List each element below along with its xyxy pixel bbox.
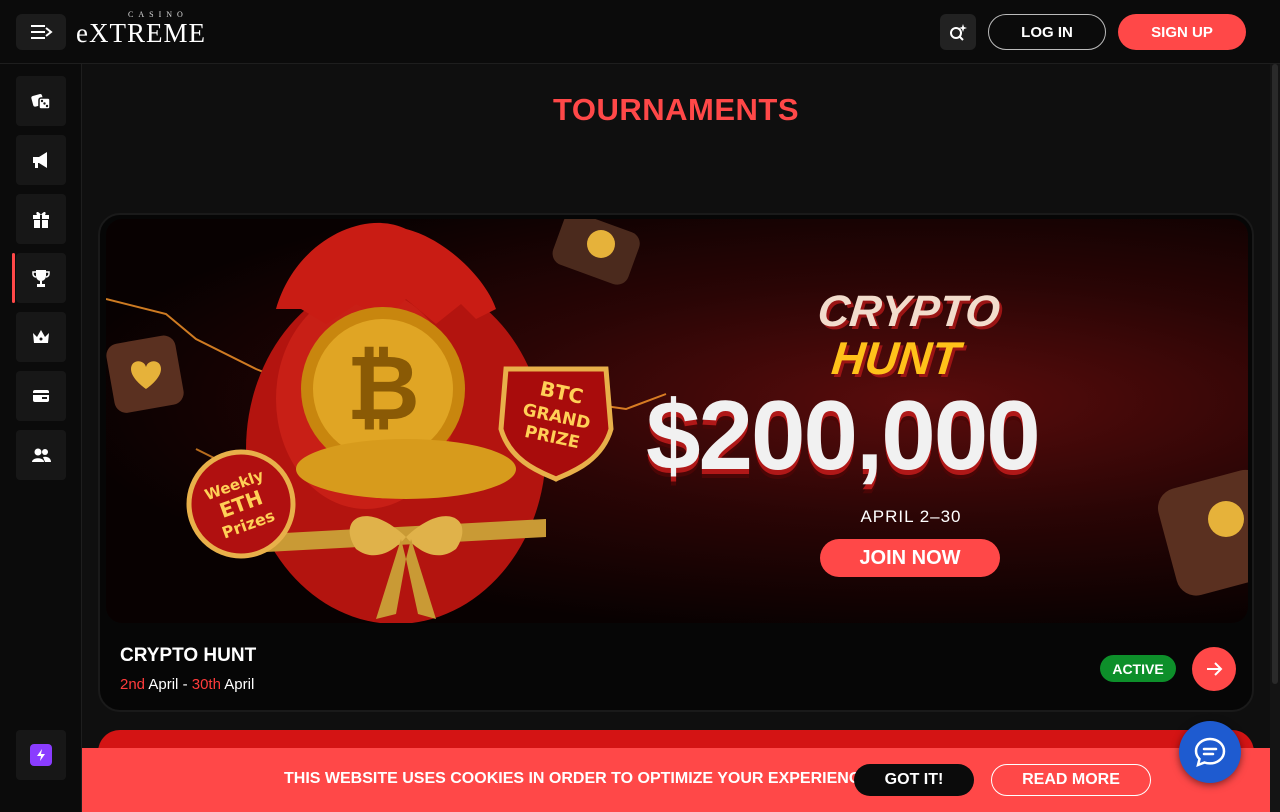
cookie-message: THIS WEBSITE USES COOKIES IN ORDER TO OP… (284, 770, 876, 787)
banner-prize-amount: $200,000 (646, 380, 1041, 490)
tournament-dates: 2nd April - 30th April (120, 676, 254, 693)
menu-icon (31, 25, 53, 39)
gift-icon (33, 211, 49, 228)
sidebar-item-promotions[interactable] (16, 135, 66, 185)
page-title: TOURNAMENTS (552, 92, 800, 127)
banner-title-line1: CRYPTO (815, 287, 1003, 336)
signup-button[interactable]: SIGN UP (1118, 14, 1246, 50)
dice-icon (31, 94, 51, 110)
bolt-box (30, 744, 52, 766)
cookie-banner: THIS WEBSITE USES COOKIES IN ORDER TO OP… (82, 748, 1270, 812)
sidebar-item-quick[interactable] (16, 730, 66, 780)
sidebar-item-games[interactable] (16, 76, 66, 126)
tournament-card[interactable]: ₿ Weekly ETH Prizes BTC GRAND PRIZE CRYP… (98, 213, 1254, 712)
arrow-right-icon (1207, 662, 1223, 676)
tournament-name: CRYPTO HUNT (120, 645, 257, 666)
casino-logo[interactable]: CASINO eXTREME (76, 10, 236, 52)
tournament-banner[interactable]: ₿ Weekly ETH Prizes BTC GRAND PRIZE CRYP… (106, 219, 1248, 623)
lightning-icon (37, 749, 45, 761)
cookie-read-more-button[interactable]: READ MORE (991, 764, 1151, 796)
login-button[interactable]: LOG IN (988, 14, 1106, 50)
start-day: 2nd (120, 676, 146, 693)
sidebar (0, 64, 82, 812)
trophy-icon (32, 270, 50, 287)
chat-bubble-icon (1194, 737, 1226, 768)
menu-button[interactable] (16, 14, 66, 50)
sidebar-item-vip[interactable] (16, 312, 66, 362)
sidebar-item-tournaments[interactable] (12, 253, 66, 303)
sidebar-item-referral[interactable] (16, 430, 66, 480)
sidebar-item-cashier[interactable] (16, 371, 66, 421)
cookie-accept-button[interactable]: GOT IT! (854, 764, 974, 796)
search-button[interactable] (940, 14, 976, 50)
sidebar-item-bonuses[interactable] (16, 194, 66, 244)
users-icon (32, 448, 51, 462)
end-day: 30th (191, 676, 221, 693)
crown-icon (33, 330, 49, 343)
end-month: April (224, 676, 255, 693)
banner-join-button[interactable]: JOIN NOW (820, 539, 1000, 577)
start-month: April (148, 676, 179, 693)
search-sparkle-icon (950, 24, 967, 41)
open-tournament-button[interactable] (1192, 647, 1236, 691)
date-separator: - (182, 676, 188, 693)
banner-dates: APRIL 2–30 (860, 507, 962, 526)
live-chat-button[interactable] (1179, 721, 1241, 783)
svg-text:₿: ₿ (346, 336, 419, 441)
top-bar: CASINO eXTREME LOG IN SIGN UP (0, 0, 1280, 64)
scrollbar-thumb[interactable] (1272, 64, 1278, 684)
logo-text: eXTREME (76, 18, 206, 48)
banner-title-line2: HUNT (829, 332, 963, 384)
megaphone-icon (33, 152, 47, 168)
status-badge: ACTIVE (1100, 655, 1176, 682)
wallet-icon (33, 390, 49, 402)
